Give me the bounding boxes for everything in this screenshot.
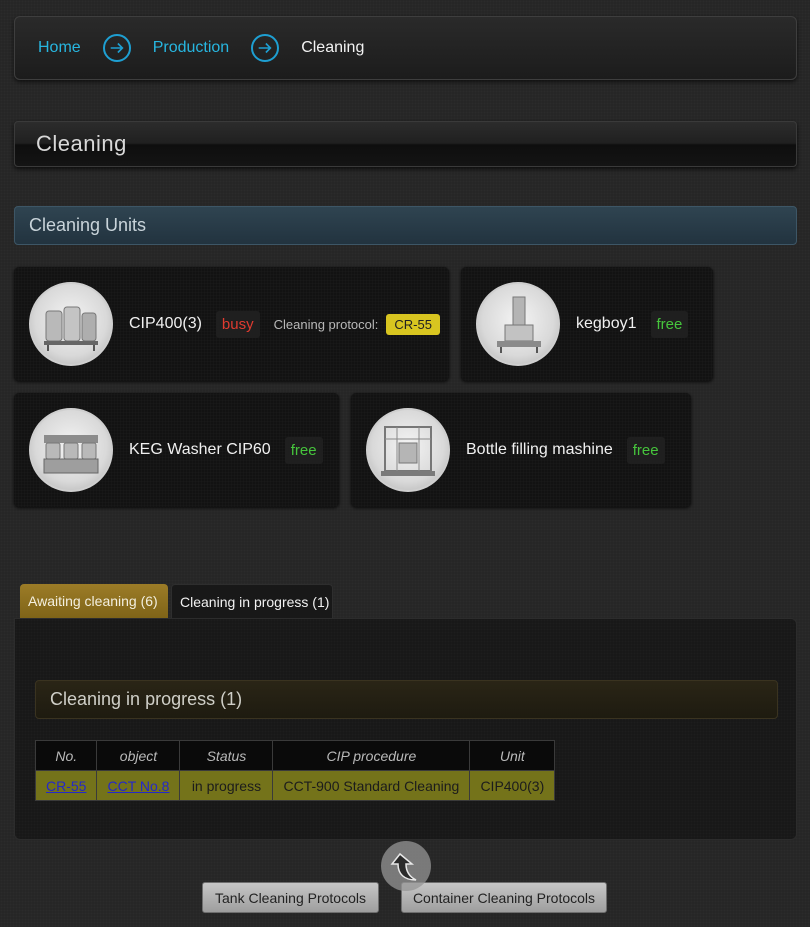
tab-panel: Cleaning in progress (1) No. object Stat… bbox=[14, 618, 797, 840]
breadcrumb-home[interactable]: Home bbox=[38, 39, 81, 57]
unit-image bbox=[366, 408, 450, 492]
object-link[interactable]: CCT No.8 bbox=[107, 778, 169, 794]
protocol-badge[interactable]: CR-55 bbox=[386, 313, 440, 335]
unit-card-keg-washer[interactable]: KEG Washer CIP60 free bbox=[14, 393, 339, 507]
cleaning-table: No. object Status CIP procedure Unit CR-… bbox=[34, 740, 556, 801]
unit-name: kegboy1 bbox=[576, 315, 637, 332]
unit-image bbox=[29, 408, 113, 492]
column-header: Status bbox=[179, 740, 274, 771]
breadcrumb: Home Production Cleaning bbox=[14, 16, 797, 80]
status-badge: free bbox=[284, 436, 323, 464]
cleaning-units-header: Cleaning Units bbox=[14, 206, 797, 245]
unit-name: CIP400(3) bbox=[129, 315, 202, 332]
unit-card-cip400[interactable]: CIP400(3) busy Cleaning protocol: CR-55 bbox=[14, 267, 449, 381]
unit-name: KEG Washer CIP60 bbox=[129, 441, 271, 458]
table-cell: CR-55 bbox=[34, 770, 98, 801]
table-cell: CCT-900 Standard Cleaning bbox=[272, 770, 471, 801]
scroll-top-icon[interactable] bbox=[381, 841, 431, 891]
breadcrumb-current: Cleaning bbox=[301, 39, 365, 56]
unit-image bbox=[476, 282, 560, 366]
arrow-right-icon bbox=[251, 34, 280, 62]
unit-card-kegboy1[interactable]: kegboy1 free bbox=[461, 267, 713, 381]
unit-card-bottle-filling[interactable]: Bottle filling mashine free bbox=[351, 393, 691, 507]
tank-cleaning-protocols-button[interactable]: Tank Cleaning Protocols bbox=[202, 882, 379, 913]
protocol-link[interactable]: CR-55 bbox=[46, 778, 86, 794]
table-header-row: No. object Status CIP procedure Unit bbox=[34, 740, 556, 771]
table-cell: CCT No.8 bbox=[96, 770, 181, 801]
table-row: CR-55 CCT No.8 in progress CCT-900 Stand… bbox=[34, 770, 556, 801]
status-badge: free bbox=[650, 310, 689, 338]
column-header: Unit bbox=[469, 740, 556, 771]
table-cell: CIP400(3) bbox=[469, 770, 556, 801]
table-cell: in progress bbox=[179, 770, 274, 801]
panel-title: Cleaning in progress (1) bbox=[35, 680, 778, 719]
arrow-right-icon bbox=[102, 34, 131, 62]
tab-awaiting-cleaning[interactable]: Awaiting cleaning (6) bbox=[20, 584, 168, 618]
status-badge: free bbox=[626, 436, 665, 464]
tab-cleaning-in-progress[interactable]: Cleaning in progress (1) bbox=[171, 584, 333, 618]
column-header: object bbox=[96, 740, 181, 771]
unit-name: Bottle filling mashine bbox=[466, 441, 613, 458]
protocol-label: Cleaning protocol: bbox=[273, 316, 379, 332]
container-cleaning-protocols-button[interactable]: Container Cleaning Protocols bbox=[401, 882, 607, 913]
page-title: Cleaning bbox=[14, 121, 797, 167]
breadcrumb-production[interactable]: Production bbox=[153, 39, 230, 57]
status-badge: busy bbox=[215, 310, 260, 338]
column-header: No. bbox=[34, 740, 98, 771]
unit-image bbox=[29, 282, 113, 366]
column-header: CIP procedure bbox=[272, 740, 471, 771]
